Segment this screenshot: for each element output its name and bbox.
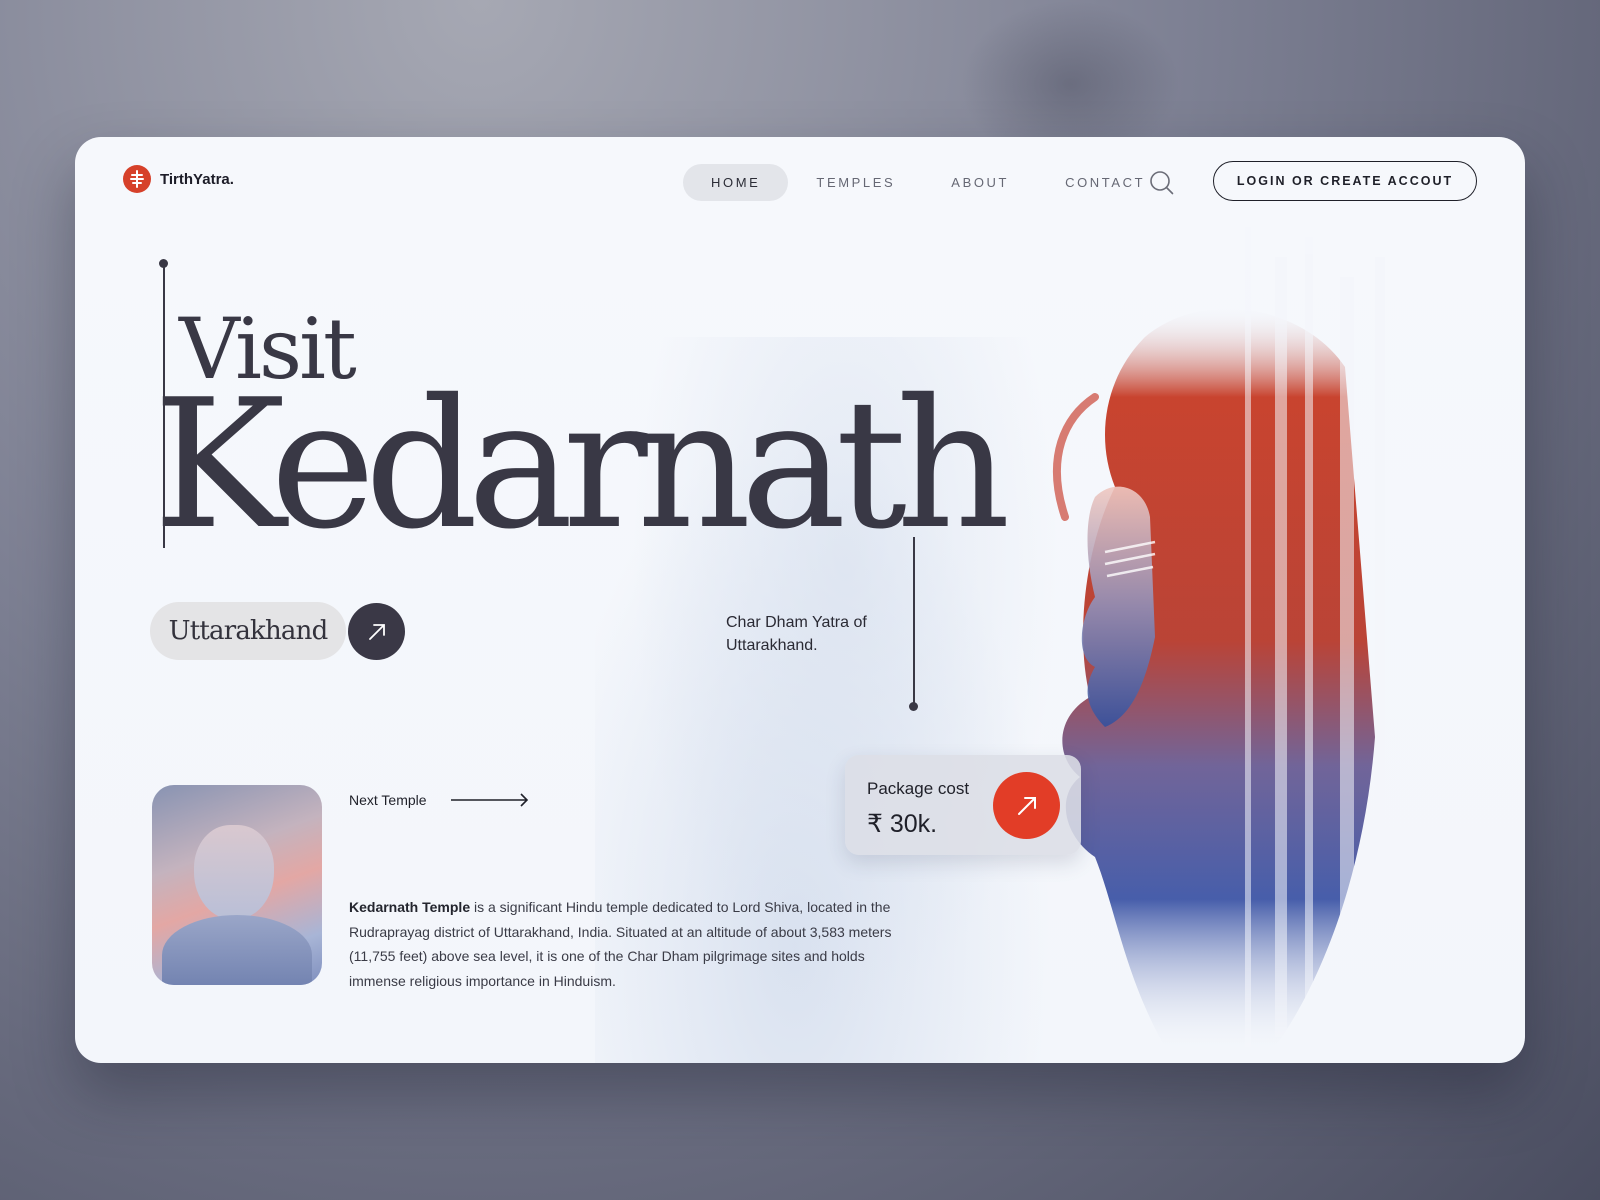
shiva-statue-body: [162, 915, 312, 985]
next-temple-label[interactable]: Next Temple: [349, 792, 427, 808]
decorative-line: [913, 537, 915, 707]
description-title: Kedarnath Temple: [349, 899, 471, 915]
hero-card: TirthYatra. HOME TEMPLES ABOUT CONTACT L…: [75, 137, 1525, 1063]
hero-tagline: Char Dham Yatra of Uttarakhand.: [726, 614, 867, 654]
brand-logo[interactable]: TirthYatra.: [123, 165, 234, 193]
arrow-up-right-icon: [368, 623, 385, 640]
arrow-up-right-icon: [1017, 796, 1036, 815]
decorative-dot: [159, 259, 168, 268]
temple-icon: [123, 165, 151, 193]
brand-name: TirthYatra.: [160, 170, 234, 188]
main-nav: HOME TEMPLES ABOUT CONTACT: [683, 164, 1173, 201]
nav-temples[interactable]: TEMPLES: [788, 164, 923, 201]
search-icon[interactable]: [1149, 170, 1175, 196]
next-temple-thumbnail[interactable]: [152, 785, 322, 985]
background-temple-silhouette: [960, 0, 1180, 140]
region-pill[interactable]: Uttarakhand: [150, 602, 346, 660]
nav-about[interactable]: ABOUT: [923, 164, 1037, 201]
arrow-right-icon[interactable]: [451, 793, 529, 807]
region-arrow-button[interactable]: [348, 603, 405, 660]
decorative-dot: [909, 702, 918, 711]
hero-title: Kedarnath: [153, 361, 1011, 568]
package-label: Package cost: [867, 779, 970, 798]
login-button[interactable]: LOGIN OR CREATE ACCOUT: [1213, 161, 1477, 201]
package-cost-value: ₹ 30k.: [867, 810, 938, 838]
package-card: Package cost ₹ 30k.: [845, 755, 1081, 855]
package-arrow-button[interactable]: [993, 772, 1060, 839]
temple-description: Kedarnath Temple is a significant Hindu …: [349, 895, 909, 993]
nav-home[interactable]: HOME: [683, 164, 789, 201]
shiva-artwork: [945, 217, 1455, 1063]
shiva-statue-face: [194, 825, 274, 920]
